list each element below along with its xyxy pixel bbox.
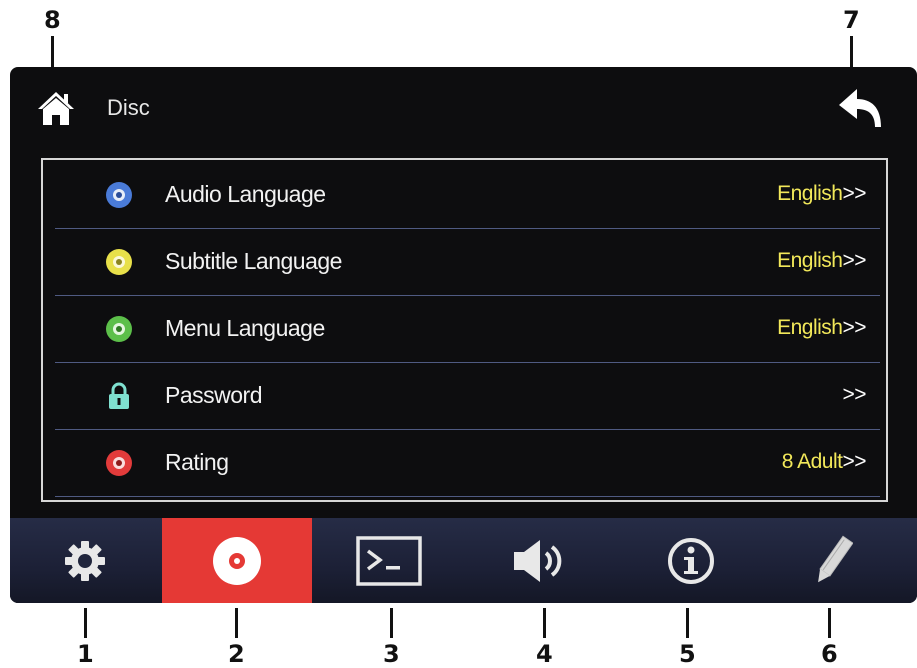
setting-label: Rating <box>165 449 229 475</box>
setting-value: English>> <box>777 182 866 205</box>
callout-1: 1 <box>77 640 94 668</box>
tab-settings[interactable] <box>10 518 160 603</box>
callout-1-line <box>84 608 87 638</box>
device-screen: Disc Audio Language English>> Subtitle L… <box>10 67 917 603</box>
disc-icon <box>106 182 132 208</box>
callout-2: 2 <box>228 640 245 668</box>
home-icon[interactable] <box>35 87 77 129</box>
disc-icon <box>106 450 132 476</box>
callout-3-line <box>390 608 393 638</box>
setting-label: Menu Language <box>165 315 325 341</box>
gear-icon <box>65 540 105 581</box>
tab-edit[interactable] <box>758 518 908 603</box>
setting-row-menu-language[interactable]: Menu Language English>> <box>55 296 880 363</box>
setting-row-subtitle-language[interactable]: Subtitle Language English>> <box>55 229 880 296</box>
callout-8: 8 <box>44 6 61 34</box>
chevron-right-icon: >> <box>842 316 866 339</box>
tab-info[interactable] <box>616 518 766 603</box>
callout-8-line <box>51 36 54 69</box>
terminal-icon <box>356 535 422 586</box>
disc-icon <box>106 316 132 342</box>
callout-5: 5 <box>679 640 696 668</box>
setting-row-audio-language[interactable]: Audio Language English>> <box>55 162 880 229</box>
tab-audio[interactable] <box>466 518 616 603</box>
setting-row-rating[interactable]: Rating 8 Adult>> <box>55 430 880 497</box>
callout-6: 6 <box>821 640 838 668</box>
bottom-tab-bar <box>10 518 917 603</box>
callout-4: 4 <box>536 640 553 668</box>
setting-label: Audio Language <box>165 181 326 207</box>
chevron-right-icon: >> <box>842 249 866 272</box>
setting-value: English>> <box>777 249 866 272</box>
chevron-right-icon: >> <box>842 383 866 406</box>
setting-value: 8 Adult>> <box>781 450 867 473</box>
setting-value: English>> <box>777 316 866 339</box>
disc-icon <box>213 536 261 585</box>
callout-5-line <box>686 608 689 638</box>
callout-7: 7 <box>843 6 860 34</box>
callout-3: 3 <box>383 640 400 668</box>
callout-4-line <box>543 608 546 638</box>
disc-icon <box>106 249 132 275</box>
setting-value: >> <box>842 383 866 407</box>
callout-2-line <box>235 608 238 638</box>
chevron-right-icon: >> <box>842 182 866 205</box>
info-icon <box>668 537 714 584</box>
callout-6-line <box>828 608 831 638</box>
header: Disc <box>10 67 917 152</box>
back-arrow-icon[interactable] <box>835 85 887 131</box>
disc-settings-list: Audio Language English>> Subtitle Langua… <box>41 158 888 502</box>
chevron-right-icon: >> <box>842 450 866 473</box>
setting-label: Subtitle Language <box>165 248 342 274</box>
tab-disc[interactable] <box>162 518 312 603</box>
lock-icon <box>109 382 129 409</box>
speaker-icon <box>514 539 562 582</box>
callout-7-line <box>850 36 853 69</box>
page-title: Disc <box>107 95 150 120</box>
setting-row-password[interactable]: Password >> <box>55 363 880 430</box>
tab-terminal[interactable] <box>314 518 464 603</box>
pencil-icon <box>818 535 853 582</box>
setting-label: Password <box>165 382 262 408</box>
